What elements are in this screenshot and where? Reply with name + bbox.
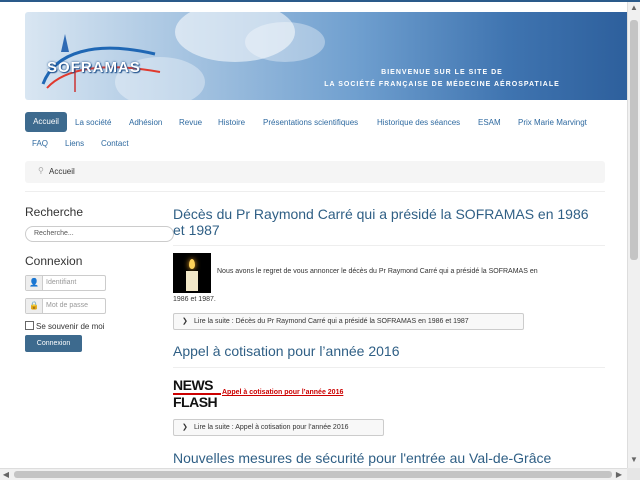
scroll-up-icon[interactable]: ▲ — [628, 2, 640, 14]
article-intro: Nous avons le regret de vous annoncer le… — [217, 268, 538, 275]
nav-item-revue[interactable]: Revue — [179, 118, 202, 127]
scroll-right-icon[interactable]: ▶ — [613, 469, 625, 480]
remember-checkbox[interactable] — [25, 321, 34, 330]
article-title[interactable]: Nouvelles mesures de sécurité pour l'ent… — [173, 450, 563, 466]
search-input[interactable]: Recherche... — [25, 226, 174, 242]
username-placeholder: Identifiant — [46, 279, 77, 286]
scroll-down-icon[interactable]: ▼ — [628, 454, 640, 466]
read-more-button[interactable]: ❯ Lire la suite : Appel à cotisation pou… — [173, 419, 384, 436]
user-icon: 👤 — [26, 276, 43, 290]
read-more-label: Lire la suite : Appel à cotisation pour … — [194, 424, 349, 431]
nav-item-adhesion[interactable]: Adhésion — [129, 118, 162, 127]
candle-wax — [186, 271, 198, 291]
breadcrumb: ⚲ Accueil — [25, 161, 605, 183]
logo-text: SOFRAMAS — [47, 59, 141, 76]
news-flash-line1: NEWS — [173, 377, 214, 393]
chevron-right-icon: ❯ — [182, 424, 188, 431]
scroll-left-icon[interactable]: ◀ — [0, 469, 12, 480]
remember-me[interactable]: Se souvenir de moi — [25, 321, 104, 331]
divider — [173, 245, 605, 246]
nav-item-la-societe[interactable]: La société — [75, 118, 111, 127]
divider — [173, 367, 605, 368]
remember-label: Se souvenir de moi — [36, 322, 105, 331]
site-banner: SOFRAMAS Bienvenue sur le site de La Soc… — [25, 12, 627, 100]
breadcrumb-current: Accueil — [49, 167, 75, 176]
article-link[interactable]: Appel à cotisation pour l’année 2016 — [222, 389, 343, 396]
scrollbar-thumb[interactable] — [14, 471, 612, 478]
banner-welcome-line2: La Société Française de Médecine Aérospa… — [324, 81, 560, 88]
login-heading: Connexion — [25, 254, 83, 268]
nav-item-histoire[interactable]: Histoire — [218, 118, 245, 127]
banner-cloud — [245, 22, 325, 62]
news-flash-badge: NEWS FLASH — [173, 377, 221, 411]
nav-item-contact[interactable]: Contact — [101, 139, 129, 148]
username-field[interactable]: 👤 Identifiant — [25, 275, 106, 291]
article-title[interactable]: Appel à cotisation pour l’année 2016 — [173, 343, 603, 359]
news-flash-line2: FLASH — [173, 394, 218, 410]
candle-image — [173, 253, 211, 293]
read-more-label: Lire la suite : Décès du Pr Raymond Carr… — [194, 318, 469, 325]
article-title[interactable]: Décès du Pr Raymond Carré qui a présidé … — [173, 206, 603, 238]
nav-item-liens[interactable]: Liens — [65, 139, 84, 148]
map-pin-icon: ⚲ — [38, 166, 44, 175]
login-button[interactable]: Connexion — [25, 335, 82, 352]
banner-welcome-line1: Bienvenue sur le site de — [381, 69, 503, 76]
divider — [25, 191, 605, 192]
lock-icon: 🔒 — [26, 299, 43, 313]
scrollbar-thumb[interactable] — [630, 20, 638, 260]
nav-item-esam[interactable]: ESAM — [478, 118, 501, 127]
horizontal-scrollbar[interactable]: ◀ ▶ — [0, 468, 627, 480]
password-field[interactable]: 🔒 Mot de passe — [25, 298, 106, 314]
nav-item-presentations[interactable]: Présentations scientifiques — [263, 118, 358, 127]
nav-item-historique[interactable]: Historique des séances — [377, 118, 460, 127]
nav-item-prix-marie-marvingt[interactable]: Prix Marie Marvingt — [518, 118, 587, 127]
password-placeholder: Mot de passe — [46, 302, 89, 309]
search-heading: Recherche — [25, 205, 84, 219]
flame-icon — [189, 259, 195, 269]
chevron-right-icon: ❯ — [182, 318, 188, 325]
article-intro-continued: 1986 et 1987. — [173, 296, 216, 303]
nav-item-accueil[interactable]: Accueil — [25, 112, 67, 132]
vertical-scrollbar[interactable]: ▲ ▼ — [627, 2, 640, 468]
read-more-button[interactable]: ❯ Lire la suite : Décès du Pr Raymond Ca… — [173, 313, 524, 330]
nav-item-faq[interactable]: FAQ — [32, 139, 48, 148]
scrollbar-corner — [627, 468, 640, 480]
page: SOFRAMAS Bienvenue sur le site de La Soc… — [0, 2, 627, 468]
